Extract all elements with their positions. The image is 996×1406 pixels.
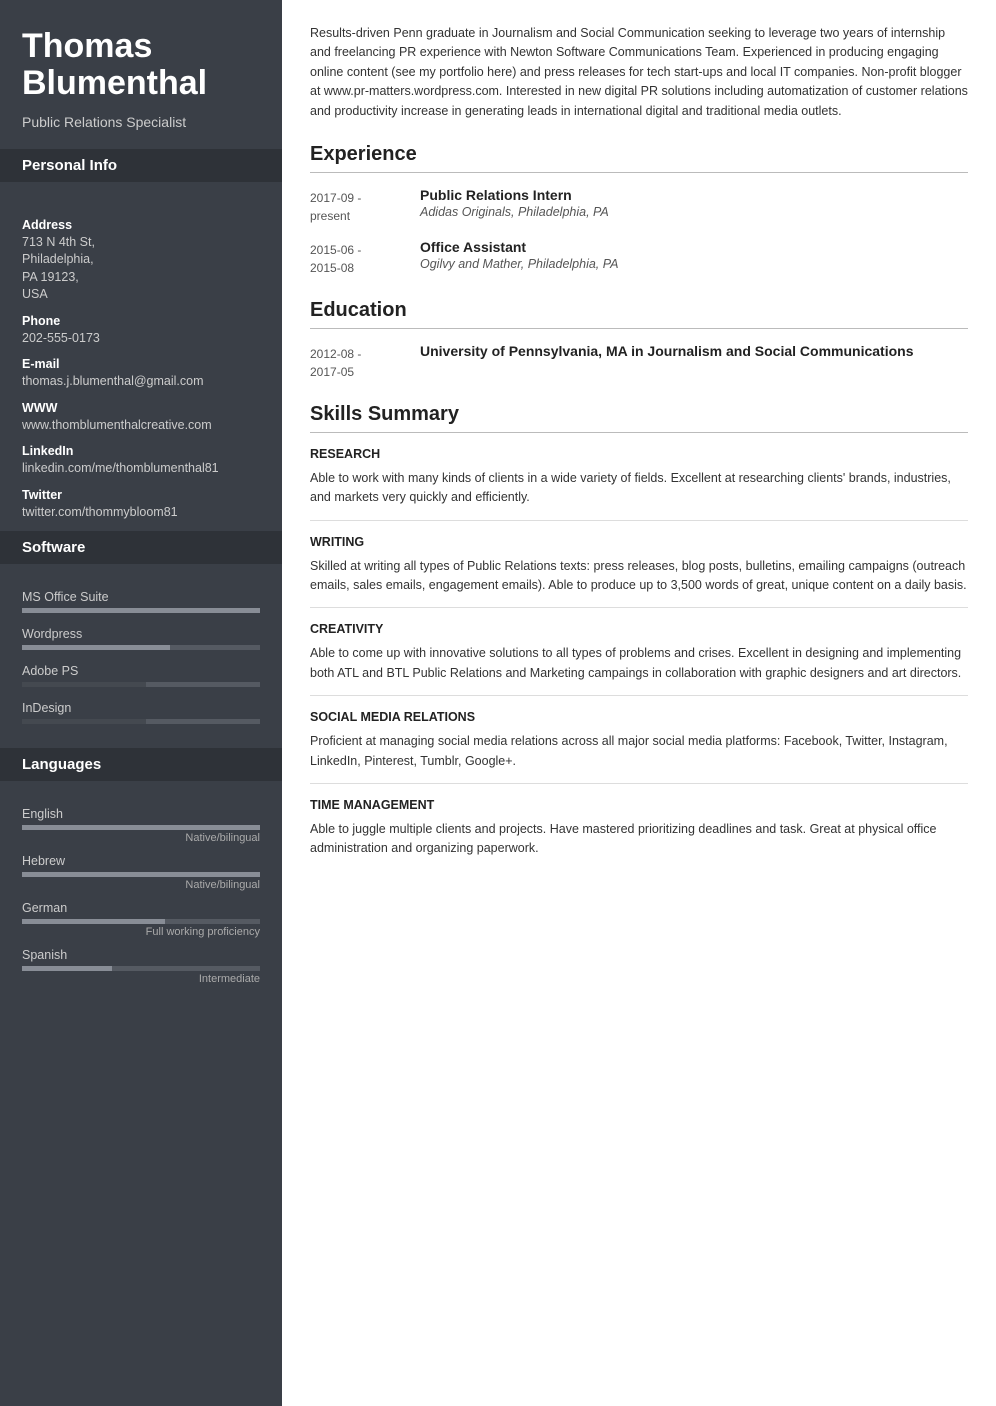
education-title: University of Pennsylvania, MA in Journa…	[420, 343, 968, 359]
skill-heading: SOCIAL MEDIA RELATIONS	[310, 710, 968, 724]
language-bar-fill	[22, 825, 260, 830]
software-name: Wordpress	[22, 627, 260, 641]
software-bar-bg	[22, 645, 260, 650]
twitter-value: twitter.com/thommybloom81	[22, 504, 260, 522]
language-name: German	[22, 901, 260, 915]
linkedin-value: linkedin.com/me/thomblumenthal81	[22, 460, 260, 478]
language-level: Intermediate	[22, 973, 260, 985]
skill-description: Able to work with many kinds of clients …	[310, 469, 968, 508]
skill-divider	[310, 783, 968, 784]
education-date: 2012-08 - 2017-05	[310, 343, 420, 381]
languages-header: Languages	[0, 748, 282, 781]
skill-divider	[310, 695, 968, 696]
software-bar-fill	[22, 608, 260, 613]
language-bar-fill	[22, 966, 112, 971]
skill-divider	[310, 607, 968, 608]
experience-entry: 2017-09 - present Public Relations Inter…	[310, 187, 968, 225]
skill-heading: TIME MANAGEMENT	[310, 798, 968, 812]
summary-text: Results-driven Penn graduate in Journali…	[310, 24, 968, 121]
experience-title: Office Assistant	[420, 239, 968, 255]
software-bar-fill	[22, 682, 146, 687]
experience-content: Public Relations Intern Adidas Originals…	[420, 187, 968, 225]
personal-info-section: Address 713 N 4th St, Philadelphia, PA 1…	[0, 194, 282, 532]
language-item: English Native/bilingual	[22, 807, 260, 844]
experience-entry: 2015-06 - 2015-08 Office Assistant Ogilv…	[310, 239, 968, 277]
language-bar-fill	[22, 919, 165, 924]
skill-entry: WRITING Skilled at writing all types of …	[310, 520, 968, 596]
skill-entry: SOCIAL MEDIA RELATIONS Proficient at man…	[310, 695, 968, 771]
skill-heading: CREATIVITY	[310, 622, 968, 636]
experience-header: Experience	[310, 143, 968, 173]
skill-entry: TIME MANAGEMENT Able to juggle multiple …	[310, 783, 968, 859]
software-name: MS Office Suite	[22, 590, 260, 604]
skill-divider	[310, 520, 968, 521]
software-bar-bg	[22, 682, 260, 687]
software-name: InDesign	[22, 701, 260, 715]
education-header: Education	[310, 299, 968, 329]
phone-label: Phone	[22, 314, 260, 328]
experience-subtitle: Ogilvy and Mather, Philadelphia, PA	[420, 257, 968, 271]
skills-header: Skills Summary	[310, 403, 968, 433]
education-entry: 2012-08 - 2017-05 University of Pennsylv…	[310, 343, 968, 381]
language-level: Native/bilingual	[22, 832, 260, 844]
twitter-label: Twitter	[22, 488, 260, 502]
email-label: E-mail	[22, 357, 260, 371]
language-name: Spanish	[22, 948, 260, 962]
skill-description: Proficient at managing social media rela…	[310, 732, 968, 771]
experience-date: 2015-06 - 2015-08	[310, 239, 420, 277]
personal-info-header: Personal Info	[0, 149, 282, 182]
language-bar-fill	[22, 872, 260, 877]
software-bar-fill	[22, 719, 146, 724]
sidebar-header: Thomas Blumenthal Public Relations Speci…	[0, 0, 282, 149]
sidebar: Thomas Blumenthal Public Relations Speci…	[0, 0, 282, 1406]
language-bar-bg	[22, 919, 260, 924]
skill-description: Skilled at writing all types of Public R…	[310, 557, 968, 596]
software-bar-bg	[22, 719, 260, 724]
email-value: thomas.j.blumenthal@gmail.com	[22, 373, 260, 391]
candidate-title: Public Relations Specialist	[22, 113, 260, 131]
experience-subtitle: Adidas Originals, Philadelphia, PA	[420, 205, 968, 219]
experience-date: 2017-09 - present	[310, 187, 420, 225]
language-item: Spanish Intermediate	[22, 948, 260, 985]
main-content: Results-driven Penn graduate in Journali…	[282, 0, 996, 1406]
skill-heading: WRITING	[310, 535, 968, 549]
software-item: Adobe PS	[22, 664, 260, 687]
skill-description: Able to come up with innovative solution…	[310, 644, 968, 683]
language-name: English	[22, 807, 260, 821]
software-header: Software	[0, 531, 282, 564]
software-bar-bg	[22, 608, 260, 613]
address-value: 713 N 4th St, Philadelphia, PA 19123, US…	[22, 234, 260, 304]
experience-section: Experience 2017-09 - present Public Rela…	[310, 143, 968, 277]
education-content: University of Pennsylvania, MA in Journa…	[420, 343, 968, 381]
skill-entry: CREATIVITY Able to come up with innovati…	[310, 607, 968, 683]
languages-section: English Native/bilingual Hebrew Native/b…	[0, 793, 282, 1005]
software-section: MS Office Suite Wordpress Adobe PS InDes…	[0, 576, 282, 748]
software-item: MS Office Suite	[22, 590, 260, 613]
www-label: WWW	[22, 401, 260, 415]
language-bar-bg	[22, 872, 260, 877]
software-item: InDesign	[22, 701, 260, 724]
language-level: Full working proficiency	[22, 926, 260, 938]
linkedin-label: LinkedIn	[22, 444, 260, 458]
experience-title: Public Relations Intern	[420, 187, 968, 203]
software-name: Adobe PS	[22, 664, 260, 678]
skill-description: Able to juggle multiple clients and proj…	[310, 820, 968, 859]
language-level: Native/bilingual	[22, 879, 260, 891]
language-bar-bg	[22, 966, 260, 971]
software-item: Wordpress	[22, 627, 260, 650]
www-value: www.thomblumenthalcreative.com	[22, 417, 260, 435]
language-item: German Full working proficiency	[22, 901, 260, 938]
candidate-name: Thomas Blumenthal	[22, 28, 260, 103]
address-label: Address	[22, 218, 260, 232]
language-item: Hebrew Native/bilingual	[22, 854, 260, 891]
skills-section: Skills Summary RESEARCH Able to work wit…	[310, 403, 968, 859]
experience-content: Office Assistant Ogilvy and Mather, Phil…	[420, 239, 968, 277]
phone-value: 202-555-0173	[22, 330, 260, 348]
skill-heading: RESEARCH	[310, 447, 968, 461]
language-name: Hebrew	[22, 854, 260, 868]
software-bar-fill	[22, 645, 170, 650]
skill-entry: RESEARCH Able to work with many kinds of…	[310, 447, 968, 508]
education-section: Education 2012-08 - 2017-05 University o…	[310, 299, 968, 381]
language-bar-bg	[22, 825, 260, 830]
